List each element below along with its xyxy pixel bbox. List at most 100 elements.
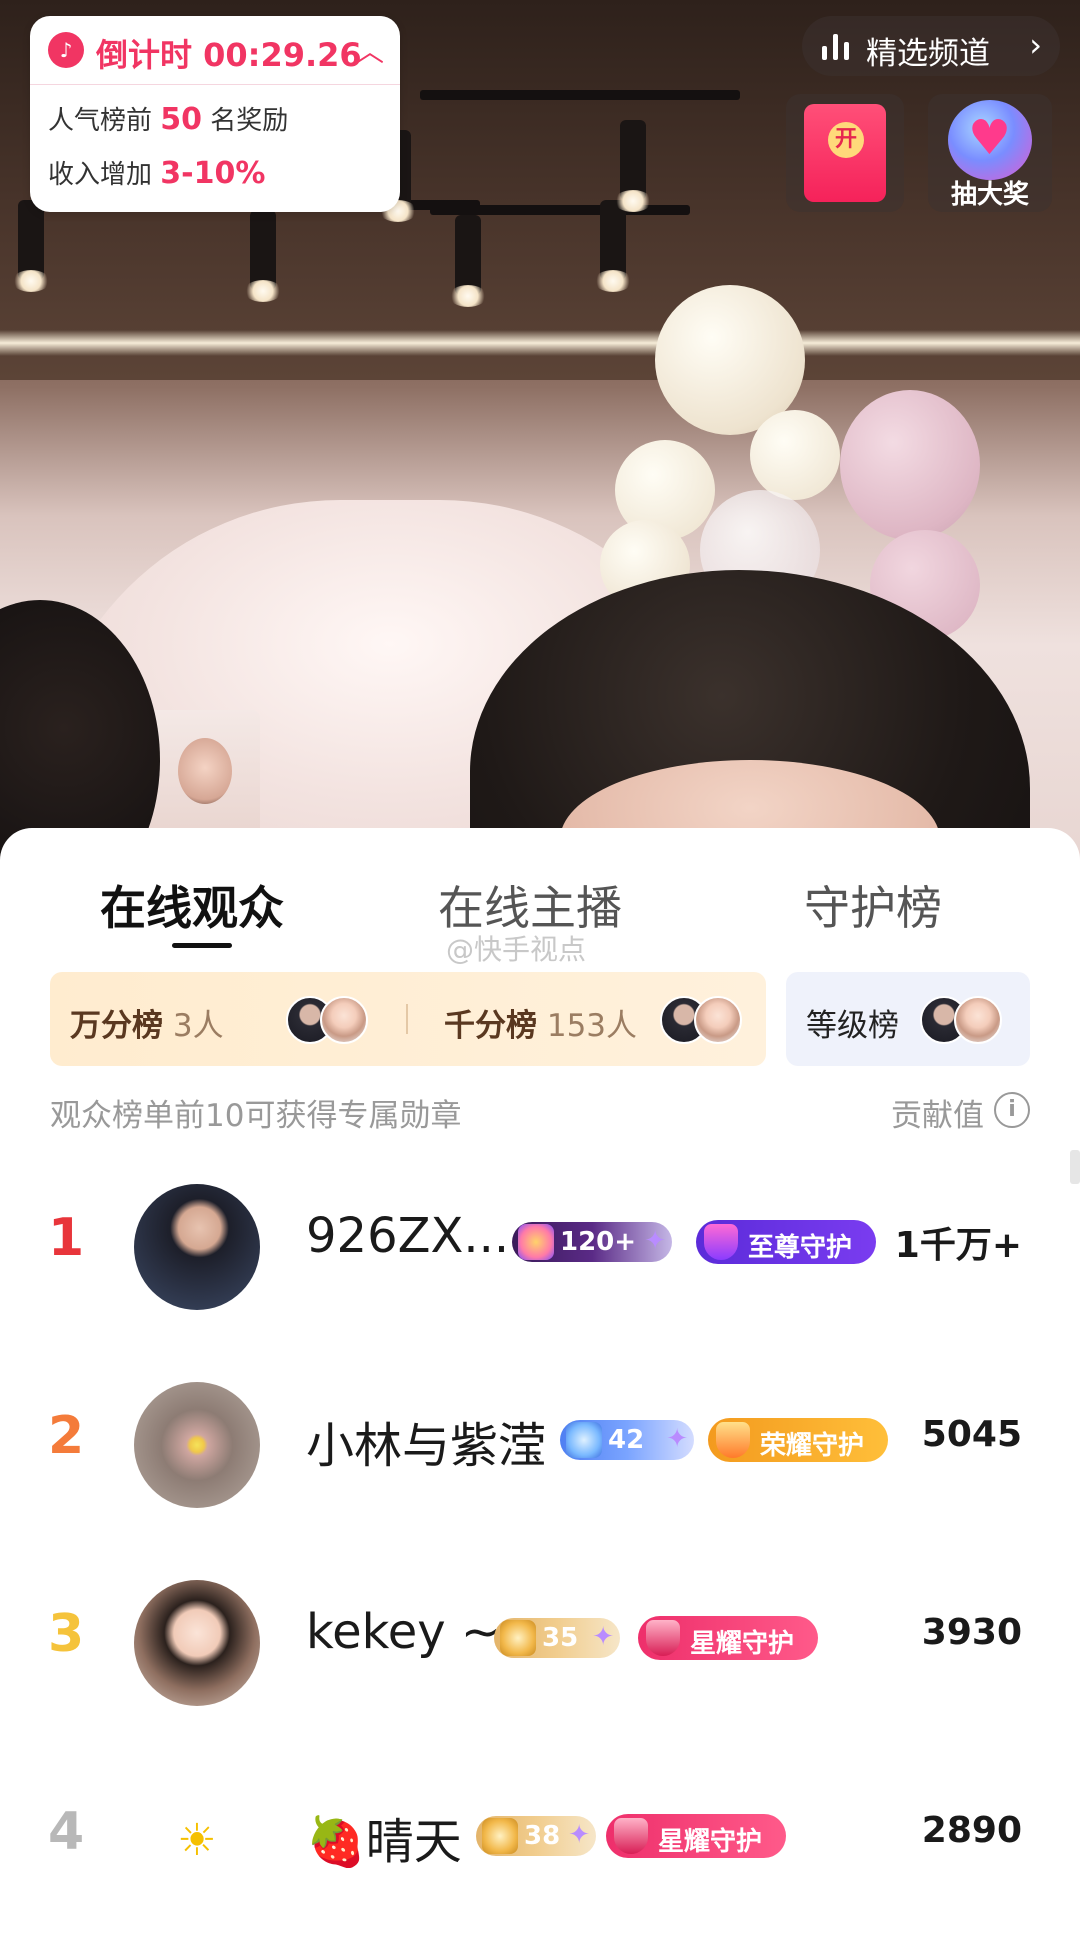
- contribution-score: 3930: [921, 1612, 1022, 1653]
- avatar[interactable]: [134, 1184, 260, 1310]
- contribution-score: 2890: [921, 1810, 1022, 1851]
- level-number: 35: [542, 1623, 579, 1653]
- level-badge: 38 ✦: [476, 1816, 596, 1856]
- list-item[interactable]: 4 ☀ 🍓晴天 38 ✦ 星耀守护 2890: [0, 1740, 1080, 1940]
- gem-icon: [518, 1224, 554, 1260]
- active-tab-indicator: [172, 943, 232, 948]
- shield-icon: [614, 1818, 648, 1854]
- track-rail: [420, 90, 740, 100]
- spotlight: [594, 200, 632, 292]
- level-badge: 35 ✦: [494, 1618, 620, 1658]
- rank-number: 1: [48, 1208, 85, 1268]
- lottery-label: 抽大奖: [950, 180, 1029, 210]
- list-item[interactable]: 3 kekey ~ 35 ✦ 星耀守护 3930: [0, 1542, 1080, 1742]
- countdown-timer: 倒计时 00:29.26: [96, 36, 362, 74]
- qian-board-button[interactable]: 千分榜 153人: [444, 1000, 637, 1045]
- red-envelope-icon: 开: [804, 104, 886, 202]
- level-badge: 42 ✦: [560, 1420, 694, 1460]
- sparkle-icon: ✦: [644, 1226, 666, 1256]
- rank-number: 4: [48, 1802, 85, 1862]
- shield-icon: [646, 1620, 680, 1656]
- sun-icon[interactable]: ☀: [134, 1778, 260, 1904]
- gem-icon: [482, 1818, 518, 1854]
- viewer-name: 小林与紫滢: [306, 1418, 547, 1474]
- avatar: [954, 996, 1002, 1044]
- spotlight: [449, 215, 487, 307]
- guard-badge: 荣耀守护: [708, 1418, 888, 1462]
- sparkle-icon: ✦: [666, 1424, 688, 1454]
- viewer-name: 🍓晴天: [306, 1802, 462, 1872]
- heart-ball-icon: [948, 100, 1032, 180]
- level-number: 38: [524, 1821, 561, 1851]
- chevron-up-icon[interactable]: ︿: [356, 30, 384, 70]
- tab-guardian-board[interactable]: 守护榜: [804, 872, 942, 938]
- qian-board-label: 千分榜: [444, 1008, 537, 1044]
- viewer-name-text: 晴天: [365, 1814, 462, 1870]
- guard-badge: 星耀守护: [606, 1814, 786, 1858]
- gem-icon: [566, 1422, 602, 1458]
- spotlight: [12, 200, 50, 292]
- reward-line: 人气榜前 50 名奖励: [48, 100, 288, 137]
- tab-online-audience[interactable]: 在线观众: [100, 872, 284, 938]
- viewer-name: 926ZX...: [306, 1208, 510, 1264]
- avatar[interactable]: [134, 1580, 260, 1706]
- viewer-name: kekey ~: [306, 1604, 502, 1660]
- guard-label: 星耀守护: [690, 1629, 795, 1659]
- level-board-label: 等级榜: [806, 1008, 899, 1044]
- contribution-score: 1千万+: [894, 1225, 1022, 1266]
- income-prefix: 收入增加: [48, 160, 153, 190]
- countdown-header[interactable]: ♪ 倒计时 00:29.26 ︿: [30, 16, 400, 85]
- shield-icon: [716, 1422, 750, 1458]
- audience-sheet: 在线观众 在线主播 守护榜 @快手视点 万分榜 3人 千分榜 153人 等级榜 …: [0, 828, 1080, 1904]
- light-strip: [0, 330, 1080, 356]
- contribution-score: 5045: [921, 1414, 1022, 1455]
- avatar[interactable]: [134, 1382, 260, 1508]
- level-board-button[interactable]: 等级榜: [786, 972, 1030, 1066]
- watermark: @快手视点: [446, 933, 587, 966]
- guard-label: 至尊守护: [748, 1233, 853, 1263]
- guard-badge: 至尊守护: [696, 1220, 876, 1264]
- score-boards-pill: 万分榜 3人 千分榜 153人: [50, 972, 766, 1066]
- list-item[interactable]: 1 926ZX... 120+ ✦ 至尊守护 1千万+: [0, 1146, 1080, 1346]
- reward-suffix: 名奖励: [210, 106, 289, 136]
- guard-label: 星耀守护: [658, 1827, 763, 1857]
- featured-channel-button[interactable]: 精选频道 ›: [802, 16, 1060, 76]
- info-icon[interactable]: i: [994, 1092, 1030, 1128]
- wan-board-label: 万分榜: [70, 1008, 163, 1044]
- spotlight: [244, 210, 282, 302]
- badge-hint: 观众榜单前10可获得专属勋章: [50, 1098, 462, 1134]
- balloon: [840, 390, 980, 540]
- wan-board-button[interactable]: 万分榜 3人: [70, 1000, 224, 1045]
- spotlight: [614, 120, 652, 212]
- red-packet-button[interactable]: 开: [786, 94, 904, 212]
- countdown-card[interactable]: ♪ 倒计时 00:29.26 ︿ 人气榜前 50 名奖励 收入增加 3-10%: [30, 16, 400, 212]
- list-item[interactable]: 2 小林与紫滢 42 ✦ 荣耀守护 5045: [0, 1344, 1080, 1544]
- avatar: [694, 996, 742, 1044]
- income-percent: 3-10%: [160, 156, 266, 191]
- channel-label: 精选频道: [866, 36, 990, 72]
- level-badge: 120+ ✦: [512, 1222, 672, 1262]
- avatar: [320, 996, 368, 1044]
- chevron-right-icon: ›: [1029, 26, 1042, 64]
- shield-icon: [704, 1224, 738, 1260]
- sparkle-icon: ✦: [568, 1820, 590, 1850]
- poster-face: [178, 738, 232, 804]
- sparkle-icon: ✦: [592, 1622, 614, 1652]
- qian-board-count: 153人: [546, 1008, 638, 1044]
- reward-rank: 50: [160, 102, 203, 137]
- gem-icon: [500, 1620, 536, 1656]
- reward-prefix: 人气榜前: [48, 106, 153, 136]
- level-number: 42: [608, 1425, 645, 1455]
- level-number: 120+: [560, 1227, 637, 1257]
- guard-label: 荣耀守护: [760, 1431, 865, 1461]
- guard-badge: 星耀守护: [638, 1616, 818, 1660]
- balloon: [750, 410, 840, 500]
- wan-board-count: 3人: [172, 1008, 224, 1044]
- chart-bars-icon: [822, 34, 852, 60]
- rank-number: 3: [48, 1604, 85, 1664]
- strawberry-icon: 🍓: [306, 1814, 366, 1870]
- contribution-label: 贡献值: [891, 1098, 984, 1134]
- divider: [406, 1004, 408, 1034]
- track-rail: [430, 205, 690, 215]
- lottery-button[interactable]: 抽大奖: [928, 94, 1052, 212]
